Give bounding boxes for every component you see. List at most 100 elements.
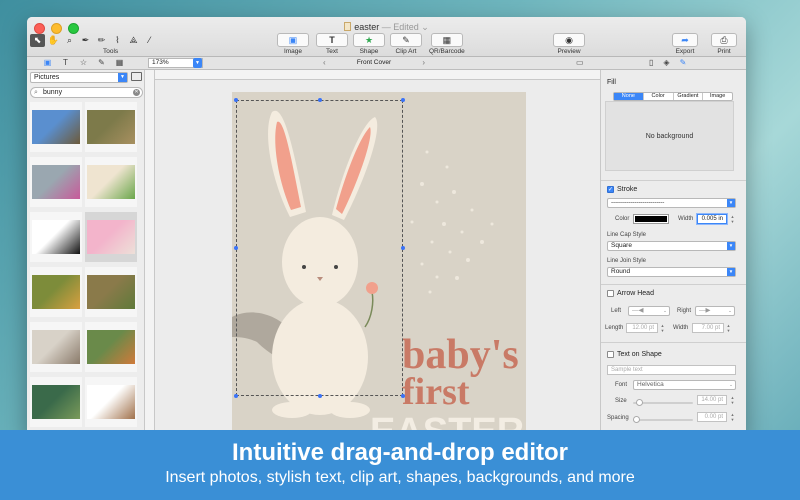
- fill-tab-none[interactable]: None: [614, 93, 644, 100]
- thumb-bunny-silhouette[interactable]: [30, 212, 82, 262]
- font-size-field[interactable]: 14.00 pt: [697, 395, 727, 405]
- preview-button[interactable]: ◉ Preview: [553, 33, 585, 55]
- text-button[interactable]: T Text: [316, 33, 348, 55]
- select-arrow-icon[interactable]: ⬉: [30, 34, 45, 47]
- shapes-tab-icon[interactable]: ☆: [79, 58, 88, 67]
- next-page-icon[interactable]: ›: [422, 58, 425, 68]
- style-tab-icon[interactable]: ✎: [680, 58, 687, 67]
- clipart-tab-icon[interactable]: ✎: [97, 58, 106, 67]
- resize-handle-l[interactable]: [234, 246, 238, 250]
- inspector-panel: Fill None Color Gradient Image No backgr…: [600, 70, 746, 437]
- resize-handle-bl[interactable]: [234, 394, 238, 398]
- document-tab-icon[interactable]: ▯: [649, 58, 653, 67]
- clear-search-icon[interactable]: ✕: [133, 89, 140, 96]
- canvas-text-line2[interactable]: first: [402, 371, 470, 413]
- image-button[interactable]: ▣ Image: [277, 33, 309, 55]
- arrow-width-stepper[interactable]: ▲ ▼: [726, 323, 731, 333]
- canvas-area[interactable]: baby's first EASTER: [155, 80, 600, 437]
- hand-icon[interactable]: ✋: [46, 34, 61, 47]
- stroke-color-well[interactable]: [633, 214, 669, 224]
- stroke-dash-select[interactable]: - - - - - - - - - - - - - - - - - - - - …: [607, 198, 736, 208]
- spacing-field[interactable]: 0.00 pt: [697, 412, 727, 422]
- stroke-checkbox[interactable]: ✓: [607, 186, 614, 193]
- left-arrow-select[interactable]: —◀ ⌄: [628, 306, 670, 316]
- spacing-slider[interactable]: [633, 416, 693, 423]
- line-join-label: Line Join Style: [607, 258, 647, 264]
- picture-search-input[interactable]: ⌕ bunny ✕: [30, 87, 143, 98]
- arrow-head-checkbox[interactable]: [607, 290, 614, 297]
- length-label: Length: [605, 325, 624, 331]
- toggle-inspector-icon[interactable]: ▭: [576, 58, 584, 67]
- app-window: easter — Edited ⌄ ⬉ ✋ ⌕ ✒ ✏ ⌇ ⟁ ⁄ Tools …: [27, 17, 746, 437]
- thumb-plush-toys[interactable]: [85, 322, 137, 372]
- selection-box[interactable]: [234, 98, 405, 398]
- thumb-plush-eggs[interactable]: [30, 157, 82, 207]
- thumb-pink-bunny-card-image: [87, 220, 135, 254]
- picture-source-select[interactable]: Pictures ▼: [30, 72, 128, 83]
- zoom-dropdown-icon[interactable]: ▼: [193, 58, 202, 68]
- thumb-rabbit-grass[interactable]: [85, 102, 137, 152]
- fill-tab-gradient[interactable]: Gradient: [674, 93, 704, 100]
- fill-tab-image[interactable]: Image: [703, 93, 732, 100]
- tools-label: Tools: [103, 48, 119, 55]
- pencil-icon[interactable]: ✏: [94, 34, 109, 47]
- arrow-length-field[interactable]: 12.00 pt: [626, 323, 658, 333]
- print-button[interactable]: ⎙ Print: [711, 33, 737, 55]
- line-cap-select[interactable]: Square ▼: [607, 241, 736, 251]
- thumb-pink-bunny-card[interactable]: [85, 212, 137, 262]
- design-page[interactable]: baby's first EASTER: [232, 92, 526, 437]
- fill-tab-color[interactable]: Color: [644, 93, 674, 100]
- qr-tab-icon[interactable]: ▦: [115, 58, 124, 67]
- size-slider[interactable]: [633, 399, 693, 406]
- pictures-tab-icon[interactable]: ▣: [43, 58, 52, 67]
- stroke-width-field[interactable]: 0.005 in: [697, 214, 727, 224]
- resize-handle-b[interactable]: [318, 394, 322, 398]
- left-arrow-label: Left: [611, 308, 622, 314]
- line-icon[interactable]: ⁄: [142, 34, 157, 47]
- title-chevron-icon[interactable]: ⌄: [421, 22, 429, 32]
- stroke-width-stepper[interactable]: ▲ ▼: [730, 214, 735, 224]
- source-dropdown-icon: ▼: [118, 73, 127, 82]
- font-size-stepper[interactable]: ▲ ▼: [730, 395, 735, 405]
- export-button[interactable]: ➦ Export: [672, 33, 698, 55]
- polygon-icon[interactable]: ⟁: [126, 34, 141, 47]
- page-name[interactable]: Front Cover: [357, 59, 391, 66]
- arrow-width-field[interactable]: 7.00 pt: [692, 323, 724, 333]
- resize-handle-tl[interactable]: [234, 98, 238, 102]
- clip-art-button[interactable]: ✎ Clip Art: [390, 33, 422, 55]
- search-value: bunny: [43, 89, 63, 96]
- font-select[interactable]: Helvetica ⌄: [633, 380, 736, 390]
- fill-type-segmented[interactable]: None Color Gradient Image: [613, 92, 733, 101]
- spacing-slider-knob[interactable]: [633, 416, 640, 423]
- pen-icon[interactable]: ✒: [78, 34, 93, 47]
- thumb-kids-bunny-ears[interactable]: [30, 102, 82, 152]
- qr-barcode-button[interactable]: ▦ QR/Barcode: [429, 33, 465, 55]
- thumb-rabbit-moss[interactable]: [30, 377, 82, 427]
- folder-icon[interactable]: [131, 72, 142, 81]
- bezier-icon[interactable]: ⌇: [110, 34, 125, 47]
- resize-handle-br[interactable]: [401, 394, 405, 398]
- right-arrow-select[interactable]: —▶ ⌄: [695, 306, 735, 316]
- document-icon: [344, 22, 352, 31]
- size-slider-knob[interactable]: [636, 399, 643, 406]
- line-join-select[interactable]: Round ▼: [607, 267, 736, 277]
- thumb-bunny-figurine[interactable]: [85, 157, 137, 207]
- layers-tab-icon[interactable]: ◈: [663, 58, 669, 67]
- resize-handle-tr[interactable]: [401, 98, 405, 102]
- shape-button[interactable]: ★ Shape: [353, 33, 385, 55]
- resize-handle-r[interactable]: [401, 246, 405, 250]
- thumb-rabbit-field[interactable]: [85, 267, 137, 317]
- text-tab-icon[interactable]: T: [61, 58, 70, 67]
- sample-text-input[interactable]: Sample text: [607, 365, 736, 375]
- zoom-icon[interactable]: ⌕: [62, 34, 77, 47]
- previous-page-icon[interactable]: ‹: [323, 58, 326, 68]
- thumb-vintage-bunny[interactable]: [85, 377, 137, 427]
- resize-handle-t[interactable]: [318, 98, 322, 102]
- thumb-two-rabbits[interactable]: [30, 322, 82, 372]
- spacing-stepper[interactable]: ▲ ▼: [730, 412, 735, 422]
- document-title[interactable]: easter — Edited ⌄: [27, 22, 746, 33]
- arrow-length-stepper[interactable]: ▲ ▼: [660, 323, 665, 333]
- picture-source-value: Pictures: [34, 74, 60, 81]
- thumb-bunny-flowers[interactable]: [30, 267, 82, 317]
- text-on-shape-checkbox[interactable]: [607, 351, 614, 358]
